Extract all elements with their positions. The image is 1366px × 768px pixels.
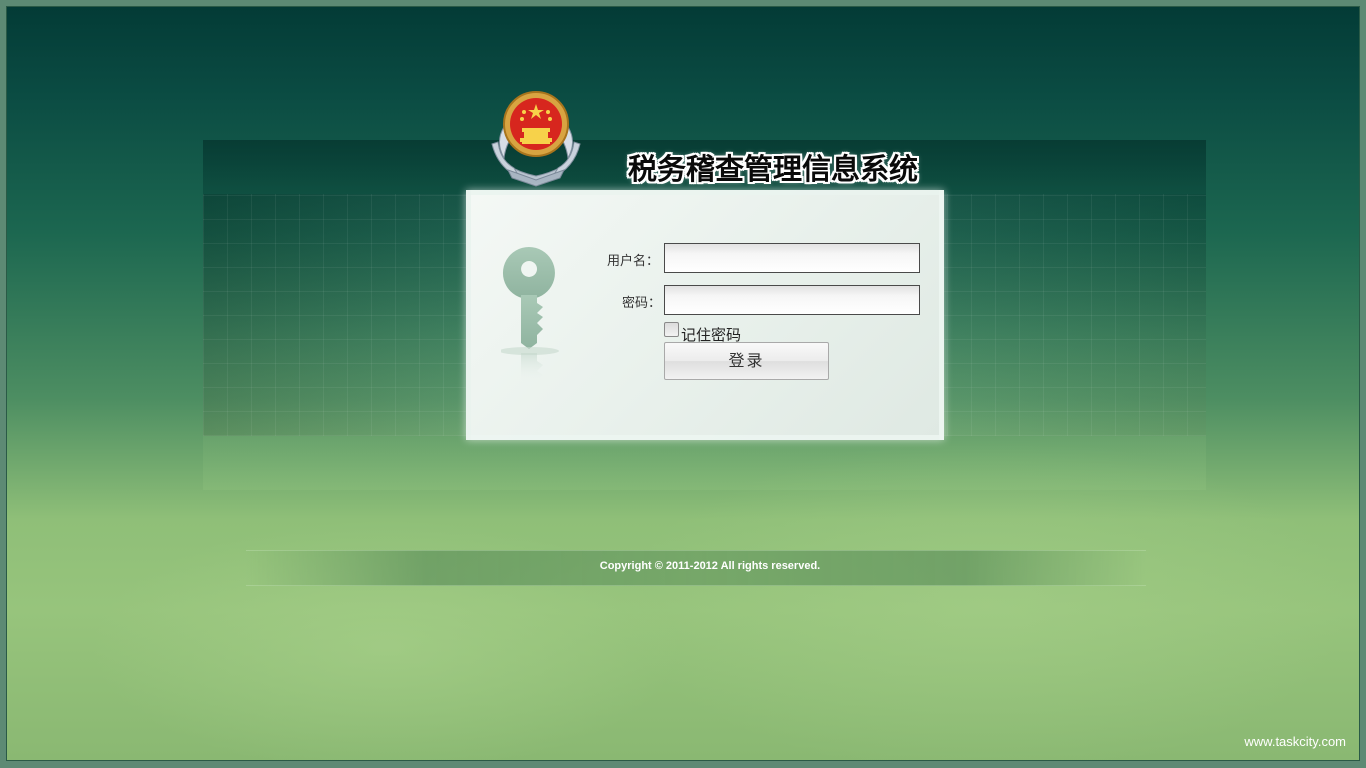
username-input[interactable] [664,243,920,273]
remember-password-checkbox[interactable] [664,322,679,337]
password-label: 密码： [622,296,662,311]
username-label: 用户名： [607,254,660,269]
national-emblem-icon [491,91,581,187]
system-title: 税务稽查管理信息系统 [628,152,919,186]
login-button[interactable]: 登录 [664,342,829,380]
login-panel: 用户名： 密码： 记住密码 登录 [466,190,944,440]
password-input[interactable] [664,285,920,315]
copyright-text: Copyright © 2011-2012 All rights reserve… [599,560,821,572]
footer-strip: Copyright © 2011-2012 All rights reserve… [246,550,1146,586]
site-watermark: www.taskcity.com [1244,734,1346,749]
login-page: 税务稽查管理信息系统 用户名： 密码： 记住密码 登录 Copyright © … [0,0,1366,768]
key-icon [501,247,559,381]
